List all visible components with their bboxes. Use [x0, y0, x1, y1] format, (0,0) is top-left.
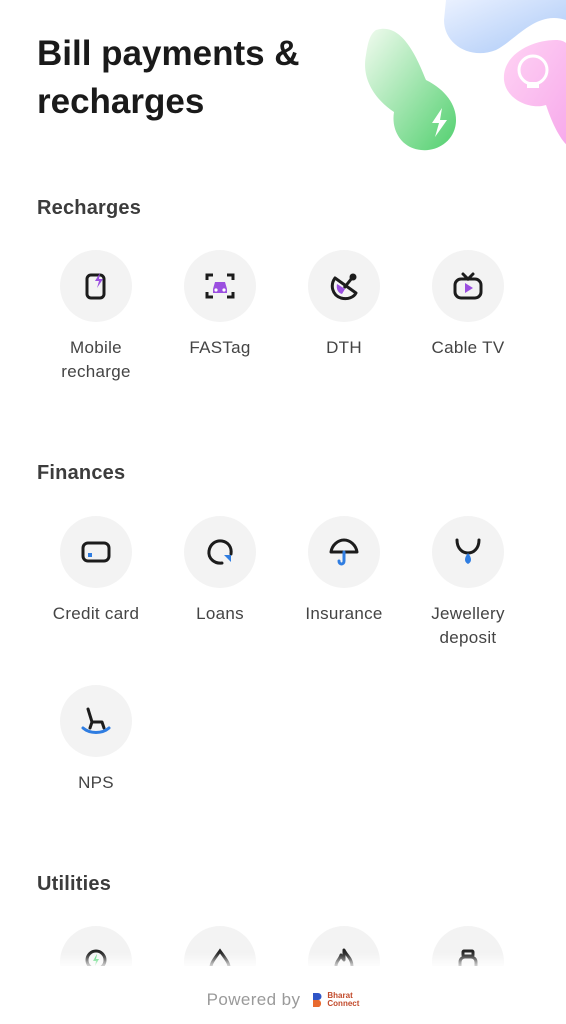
umbrella-icon	[308, 516, 380, 588]
powered-by-text: Powered by	[206, 990, 301, 1009]
credit-card-label: Credit card	[52, 604, 140, 623]
necklace-icon	[432, 516, 504, 588]
fastag-car-icon	[184, 250, 256, 322]
jewellery-deposit-tile[interactable]: Jewellery deposit	[406, 516, 530, 650]
section-title-recharges: Recharges	[37, 197, 142, 219]
mobile-recharge-tile[interactable]: Mobile recharge	[34, 250, 158, 384]
insurance-tile[interactable]: Insurance	[282, 516, 406, 626]
dth-tile[interactable]: DTH	[282, 250, 406, 360]
rocking-chair-icon	[60, 685, 132, 757]
dth-dish-icon	[308, 250, 380, 322]
fastag-label: FASTag	[189, 338, 251, 357]
mobile-recharge-icon	[60, 250, 132, 322]
nps-tile[interactable]: NPS	[34, 685, 158, 795]
dth-label: DTH	[326, 338, 362, 357]
page-title: Bill payments & recharges	[37, 34, 300, 121]
section-title-finances: Finances	[37, 462, 126, 484]
fastag-tile[interactable]: FASTag	[158, 250, 282, 360]
cable-tv-icon	[432, 250, 504, 322]
loans-tile[interactable]: Loans	[158, 516, 282, 626]
jewellery-deposit-label: Jewellery deposit	[431, 604, 505, 647]
bharat-connect-line2: Connect	[327, 999, 360, 1008]
credit-card-tile[interactable]: Credit card	[34, 516, 158, 626]
credit-card-icon	[60, 516, 132, 588]
powered-by-footer: Powered by Bharat Connect	[0, 990, 566, 1010]
insurance-label: Insurance	[305, 604, 383, 623]
section-title-utilities: Utilities	[37, 873, 112, 895]
nps-label: NPS	[78, 773, 114, 792]
bharat-connect-logo: Bharat Connect	[312, 992, 359, 1008]
cable-tv-tile[interactable]: Cable TV	[406, 250, 530, 360]
loans-icon	[184, 516, 256, 588]
loans-label: Loans	[196, 604, 244, 623]
cable-tv-label: Cable TV	[431, 338, 505, 357]
mobile-recharge-label: Mobile recharge	[61, 338, 131, 381]
